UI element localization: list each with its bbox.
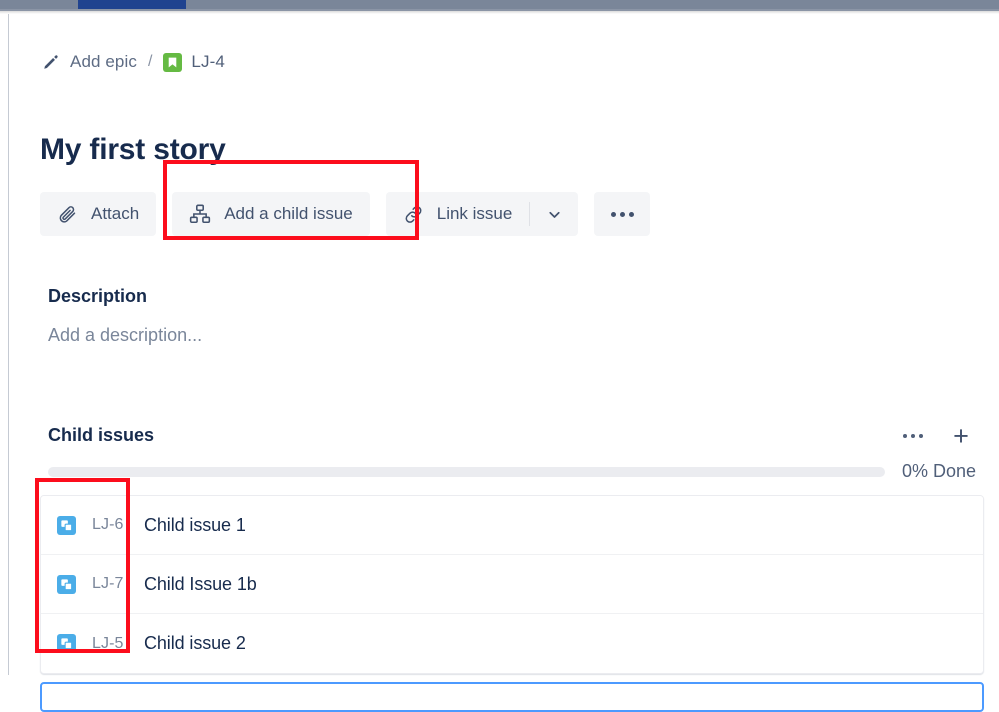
add-child-issue-plus-button[interactable]: + <box>948 420 974 451</box>
page-title[interactable]: My first story <box>40 132 226 168</box>
link-issue-button[interactable]: Link issue <box>386 192 530 236</box>
child-issue-summary[interactable]: Child issue 2 <box>144 633 246 654</box>
child-issues-actions: + <box>900 420 974 451</box>
pencil-icon <box>41 52 61 72</box>
child-issue-key[interactable]: LJ-7 <box>92 575 144 593</box>
child-issue-summary[interactable]: Child issue 1 <box>144 515 246 536</box>
table-row[interactable]: LJ-7 Child Issue 1b <box>41 555 983 614</box>
link-icon <box>403 204 424 225</box>
child-issues-progress-row: 0% Done <box>48 461 976 482</box>
breadcrumb-separator: / <box>147 53 153 70</box>
issue-action-toolbar: Attach Add a child issue Link issue <box>40 192 651 236</box>
browser-active-tab[interactable] <box>78 0 186 9</box>
description-heading: Description <box>48 286 148 306</box>
table-row[interactable]: LJ-5 Child issue 2 <box>41 614 983 673</box>
paperclip-icon <box>57 204 78 225</box>
add-child-issue-input[interactable] <box>40 682 984 712</box>
breadcrumb-add-epic[interactable]: Add epic <box>70 52 137 72</box>
progress-label: 0% Done <box>901 461 976 481</box>
attach-button[interactable]: Attach <box>40 192 157 236</box>
subtask-icon <box>57 515 76 535</box>
breadcrumb-issue-key[interactable]: LJ-4 <box>191 52 224 72</box>
add-child-issue-label: Add a child issue <box>224 204 353 223</box>
link-issue-split-button: Link issue <box>385 192 579 236</box>
chevron-down-icon[interactable] <box>530 192 578 236</box>
breadcrumb: Add epic / LJ-4 <box>41 49 225 75</box>
child-issue-key[interactable]: LJ-6 <box>92 516 144 534</box>
child-issue-icon <box>189 203 211 225</box>
child-issues-more-button[interactable] <box>900 423 926 449</box>
child-issue-key[interactable]: LJ-5 <box>92 635 144 653</box>
story-icon <box>163 52 183 72</box>
child-issues-heading: Child issues <box>48 425 155 445</box>
issue-detail-page: Add epic / LJ-4 My first story Attach Ad… <box>8 14 999 712</box>
attach-button-label: Attach <box>91 204 140 223</box>
child-issue-summary[interactable]: Child Issue 1b <box>144 574 257 595</box>
table-row[interactable]: LJ-6 Child issue 1 <box>41 496 983 555</box>
subtask-icon <box>57 574 76 594</box>
link-issue-label: Link issue <box>436 204 513 223</box>
more-actions-button[interactable] <box>594 192 651 236</box>
child-issues-list: LJ-6 Child issue 1 LJ-7 Child Issue 1b L… <box>40 495 984 674</box>
plus-icon: + <box>953 420 969 451</box>
add-child-issue-button[interactable]: Add a child issue <box>172 192 370 236</box>
progress-bar <box>48 466 885 477</box>
more-actions-icon <box>903 434 923 438</box>
subtask-icon <box>57 634 76 653</box>
browser-chrome-strip <box>0 0 999 11</box>
description-input[interactable]: Add a description... <box>48 325 202 346</box>
more-actions-icon <box>610 211 634 217</box>
